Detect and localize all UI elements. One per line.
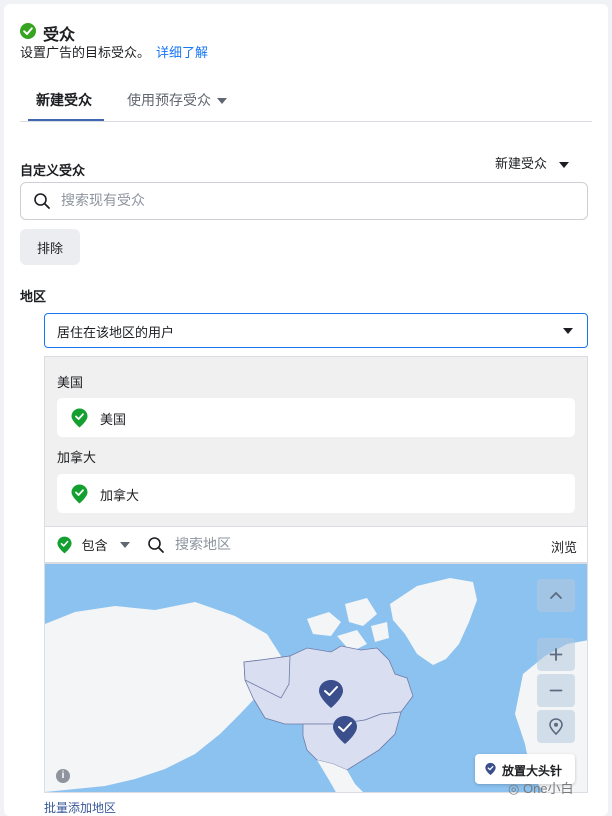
caret-down-icon	[563, 328, 573, 334]
include-dropdown[interactable]: 包含	[57, 535, 130, 555]
location-group-title: 美国	[57, 375, 84, 390]
audience-search-input[interactable]	[61, 192, 561, 208]
tab-saved-label: 使用预存受众	[127, 92, 211, 108]
map-pin-icon	[549, 718, 563, 736]
watermark: ◎ One小白	[508, 778, 574, 797]
location-type-select[interactable]: 居住在该地区的用户	[44, 313, 588, 348]
location-pin-check-icon	[57, 536, 72, 553]
wechat-icon: ◎	[508, 781, 523, 796]
location-map[interactable]: i 放置大头针	[44, 563, 588, 793]
location-item-label: 美国	[100, 412, 127, 427]
exclude-button[interactable]: 排除	[20, 229, 80, 265]
location-item-canada[interactable]: 加拿大	[57, 474, 575, 513]
search-icon	[34, 193, 50, 209]
selected-locations-panel: 美国 美国 加拿大 加拿大	[44, 356, 588, 526]
learn-more-link[interactable]: 详细了解	[156, 45, 208, 60]
zoom-in-button[interactable]	[537, 638, 575, 671]
minus-icon	[549, 689, 563, 692]
bulk-add-locations-link[interactable]: 批量添加地区	[44, 799, 116, 816]
zoom-out-button[interactable]	[537, 674, 575, 707]
tab-divider	[20, 121, 592, 122]
location-search-input[interactable]	[175, 536, 475, 552]
location-pin-check-icon	[71, 484, 88, 504]
locate-button[interactable]	[537, 710, 575, 743]
caret-down-icon	[559, 161, 570, 168]
caret-down-icon	[119, 541, 130, 548]
location-type-value: 居住在该地区的用户	[57, 325, 175, 340]
location-label: 地区	[20, 289, 47, 304]
check-circle-icon	[20, 23, 36, 39]
location-pin-check-icon	[71, 408, 88, 428]
section-subtitle: 设置广告的目标受众。 详细了解	[20, 42, 208, 61]
plus-icon	[549, 648, 563, 661]
location-group-title: 加拿大	[57, 450, 97, 465]
custom-audience-label: 自定义受众	[20, 163, 86, 178]
caret-down-icon	[217, 98, 227, 105]
audience-card: 受众 设置广告的目标受众。 详细了解 新建受众 使用预存受众 自定义受众 新建受众…	[4, 4, 608, 816]
tab-saved-audience[interactable]: 使用预存受众	[127, 90, 227, 122]
subtitle-text: 设置广告的目标受众。	[20, 45, 151, 60]
watermark-text: One小白	[522, 781, 574, 796]
location-item-label: 加拿大	[100, 488, 140, 503]
drop-pin-label: 放置大头针	[502, 764, 563, 778]
create-audience-label: 新建受众	[495, 156, 548, 171]
location-toolbar: 包含 浏览	[44, 526, 588, 563]
browse-button[interactable]: 浏览	[551, 537, 577, 556]
chevron-up-icon	[550, 591, 562, 599]
map-collapse-button[interactable]	[537, 579, 575, 612]
include-label: 包含	[81, 538, 108, 553]
search-icon	[148, 537, 164, 553]
audience-search-box[interactable]	[20, 182, 588, 220]
info-icon[interactable]: i	[56, 769, 70, 783]
tab-new-audience[interactable]: 新建受众	[28, 90, 104, 122]
location-item-usa[interactable]: 美国	[57, 398, 575, 437]
create-audience-dropdown[interactable]: 新建受众	[495, 153, 570, 172]
pin-check-icon	[485, 762, 496, 776]
